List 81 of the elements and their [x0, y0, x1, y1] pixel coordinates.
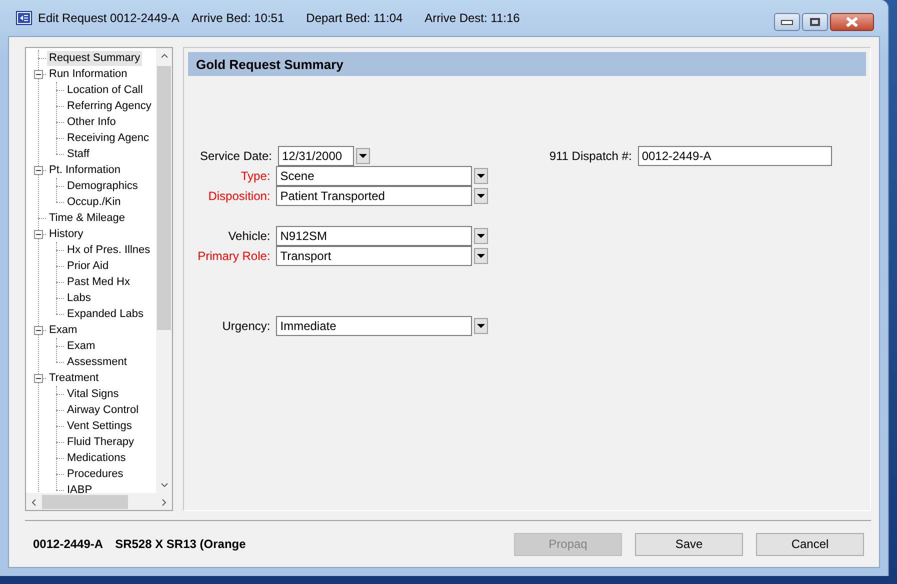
scroll-left-icon — [32, 498, 36, 506]
cancel-button[interactable]: Cancel — [756, 532, 864, 556]
vertical-scrollbar[interactable] — [156, 48, 172, 493]
caret-icon — [477, 324, 486, 328]
tree-item[interactable]: Medications — [65, 450, 128, 466]
dropdown-button[interactable] — [474, 318, 488, 334]
combo-field[interactable]: Transport — [276, 246, 472, 266]
tree-item[interactable]: Procedures — [65, 466, 126, 482]
status-text: SR528 X SR13 (Orange — [115, 537, 246, 551]
tree-item[interactable]: Exam — [47, 322, 80, 338]
tree-item[interactable]: Receiving Agenc — [65, 130, 151, 146]
maximize-icon — [810, 18, 820, 26]
tree-item[interactable]: Location of Call — [65, 82, 145, 98]
date-field[interactable]: 12/31/2000 — [278, 146, 354, 166]
tree-item[interactable]: Prior Aid — [65, 258, 111, 274]
tree-item[interactable]: Referring Agency — [65, 98, 154, 114]
text-field[interactable]: 0012-2449-A — [638, 146, 832, 166]
tree-item[interactable]: Vent Settings — [65, 418, 134, 434]
time-label: Arrive Dest: 11:16 — [424, 11, 520, 25]
field-label: Service Date: — [198, 149, 273, 163]
collapse-icon[interactable] — [34, 70, 43, 78]
tree-item[interactable]: Hx of Pres. Illnes — [65, 242, 152, 258]
dropdown-button[interactable] — [474, 228, 488, 244]
collapse-icon[interactable] — [34, 326, 43, 334]
dropdown-button[interactable] — [474, 168, 488, 184]
save-button[interactable]: Save — [635, 532, 743, 556]
tree-item[interactable]: Staff — [65, 146, 92, 162]
scroll-down-icon — [160, 483, 168, 487]
time-label: Depart Bed: 11:04 — [306, 11, 403, 25]
tree-item[interactable]: Request Summary — [47, 50, 142, 66]
field-label: Vehicle: — [227, 229, 272, 243]
caret-icon — [477, 194, 486, 198]
horizontal-scrollbar[interactable] — [26, 493, 172, 510]
caret-icon — [477, 254, 486, 258]
dropdown-button[interactable] — [474, 188, 488, 204]
tree-item[interactable]: Exam — [65, 338, 98, 354]
combo-field[interactable]: Patient Transported — [276, 186, 472, 206]
combo-field[interactable]: Scene — [276, 166, 472, 186]
combo-field[interactable]: Immediate — [276, 316, 472, 336]
dropdown-button[interactable] — [474, 248, 488, 264]
field-label: 911 Dispatch #: — [548, 149, 633, 163]
maximize-button[interactable] — [802, 13, 828, 31]
scroll-up-icon — [160, 54, 168, 58]
tree-item[interactable]: Past Med Hx — [65, 274, 132, 290]
combo-field[interactable]: N912SM — [276, 226, 472, 246]
collapse-icon[interactable] — [34, 166, 43, 174]
time-label: Arrive Bed: 10:51 — [191, 11, 284, 25]
caret-icon — [477, 174, 486, 178]
minimize-button[interactable] — [774, 13, 800, 31]
tree-item[interactable]: Labs — [65, 290, 93, 306]
field-label: Disposition: — [207, 189, 272, 203]
minimize-icon — [781, 20, 793, 24]
field-label: Primary Role: — [196, 249, 272, 263]
window-title: Edit Request 0012-2449-A — [38, 11, 180, 25]
tree-item[interactable]: Vital Signs — [65, 386, 121, 402]
tree-item[interactable]: Other Info — [65, 114, 118, 130]
status-text: 0012-2449-A — [33, 537, 104, 551]
section-header: Gold Request Summary — [188, 52, 866, 76]
tree-item[interactable]: Pt. Information — [47, 162, 123, 178]
scroll-right-icon — [162, 498, 166, 506]
caret-icon — [477, 234, 486, 238]
tree-item[interactable]: Time & Mileage — [47, 210, 128, 226]
collapse-icon[interactable] — [34, 230, 43, 238]
collapse-icon[interactable] — [34, 374, 43, 382]
tree-item[interactable]: Airway Control — [65, 402, 141, 418]
tree-item[interactable]: Occup./Kin — [65, 194, 123, 210]
caret-icon — [359, 154, 367, 158]
tree-item[interactable]: IABP — [65, 482, 94, 493]
tree-item[interactable]: Expanded Labs — [65, 306, 146, 322]
app-icon — [16, 11, 32, 25]
tree-item[interactable]: History — [47, 226, 86, 242]
tree-item[interactable]: Assessment — [65, 354, 129, 370]
field-label: Type: — [240, 169, 272, 183]
tree-item[interactable]: Treatment — [47, 370, 101, 386]
tree-item[interactable]: Demographics — [65, 178, 140, 194]
close-icon — [846, 17, 858, 27]
field-label: Urgency: — [221, 319, 272, 333]
close-button[interactable] — [830, 13, 874, 31]
tree-item[interactable]: Fluid Therapy — [65, 434, 136, 450]
tree-item[interactable]: Run Information — [47, 66, 130, 82]
dropdown-button[interactable] — [356, 148, 370, 164]
